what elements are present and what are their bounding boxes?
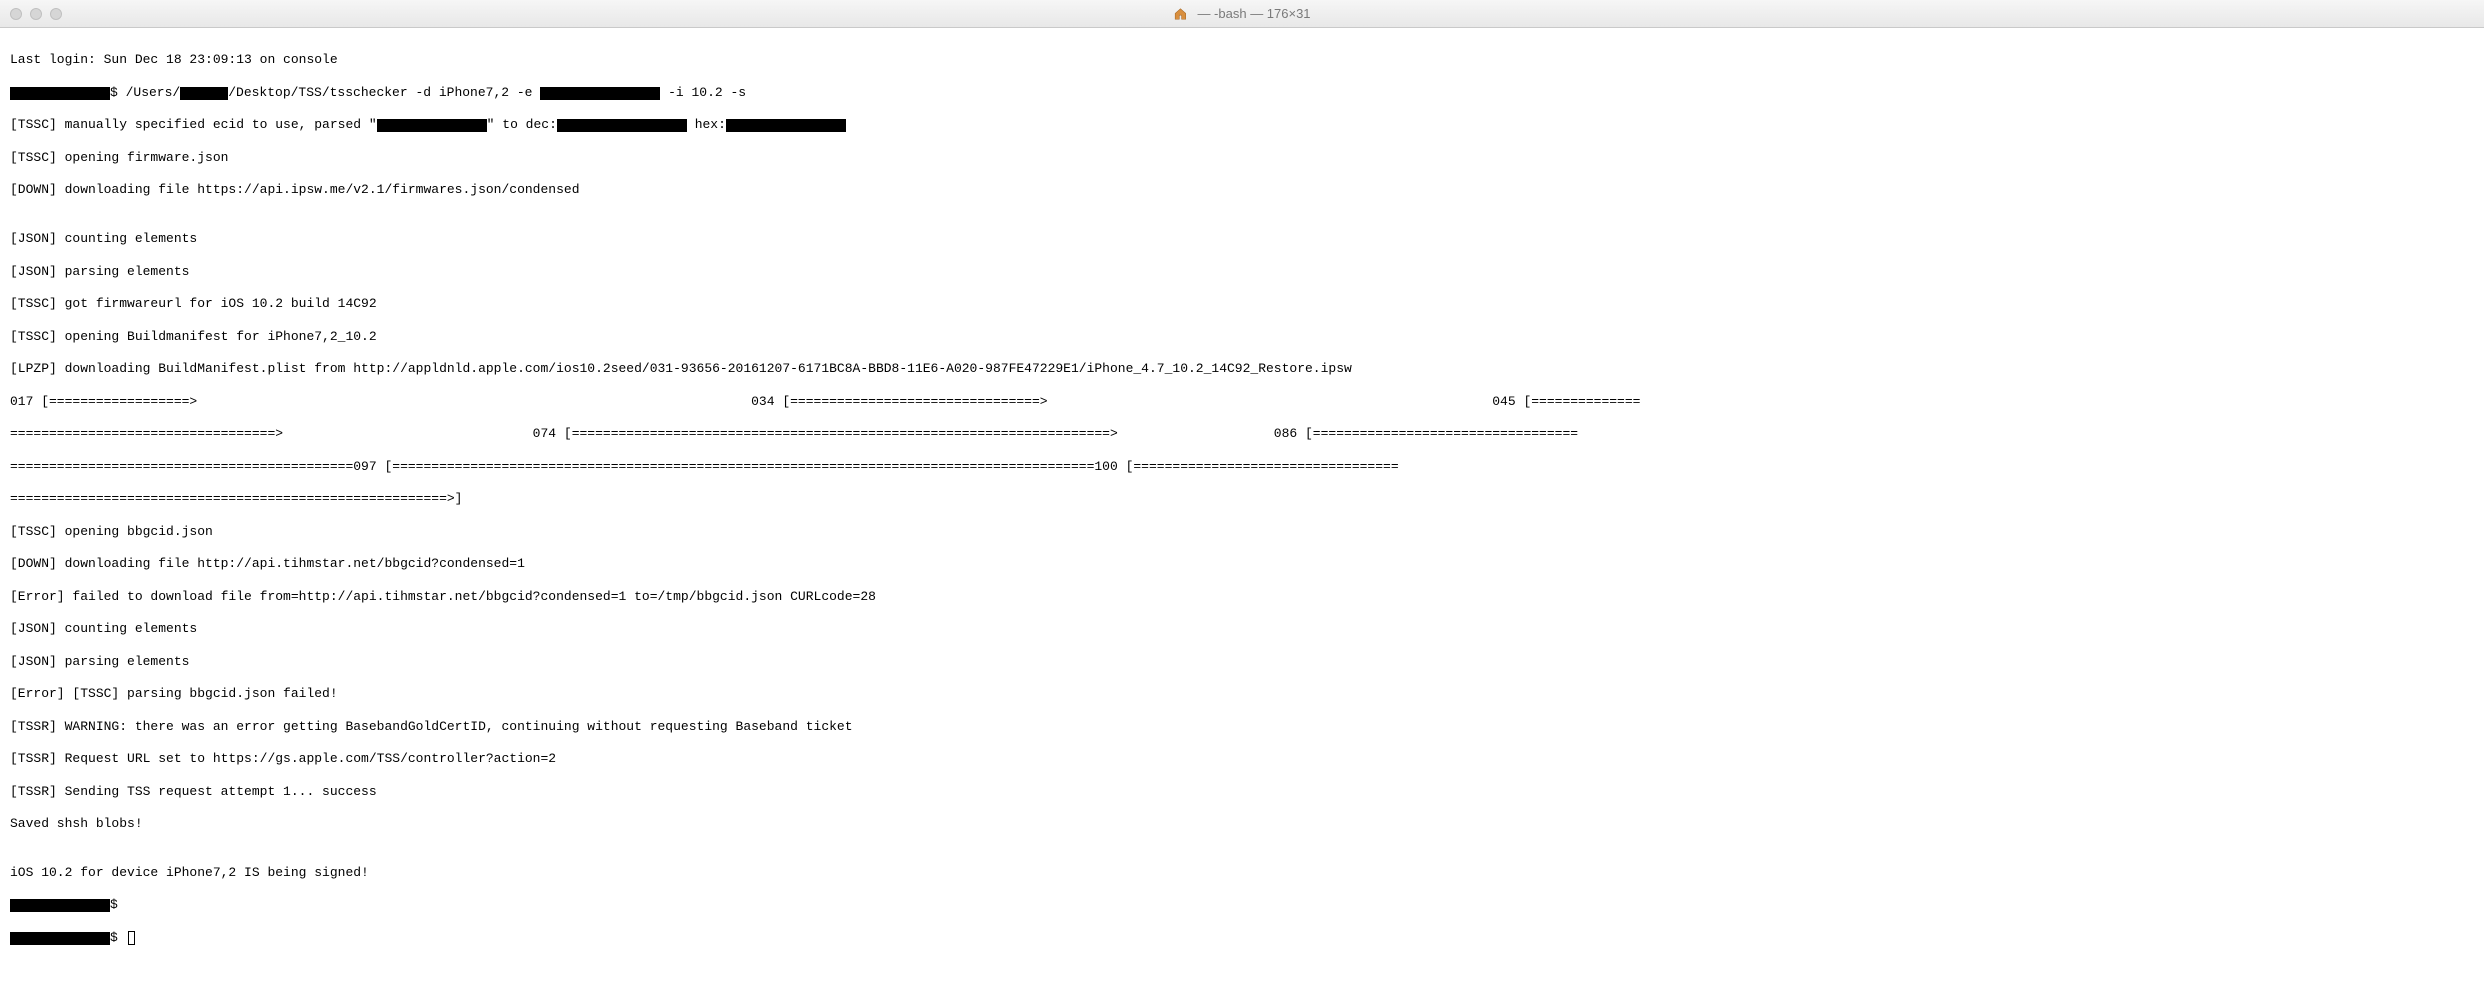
line-prog3: ========================================… <box>10 459 2474 475</box>
line-json-parse2: [JSON] parsing elements <box>10 654 2474 670</box>
line-command: $ /Users//Desktop/TSS/tsschecker -d iPho… <box>10 85 2474 101</box>
line-prog1: 017 [==================> 034 [==========… <box>10 394 2474 410</box>
redacted-parsed <box>377 119 487 132</box>
line-down-fw: [DOWN] downloading file https://api.ipsw… <box>10 182 2474 198</box>
line-prog2: ==================================> 074 … <box>10 426 2474 442</box>
redacted-user <box>180 87 228 100</box>
line-tssr-warn: [TSSR] WARNING: there was an error getti… <box>10 719 2474 735</box>
line-json-parse: [JSON] parsing elements <box>10 264 2474 280</box>
line-saved: Saved shsh blobs! <box>10 816 2474 832</box>
line-down-bb: [DOWN] downloading file http://api.tihms… <box>10 556 2474 572</box>
line-last-login: Last login: Sun Dec 18 23:09:13 on conso… <box>10 52 2474 68</box>
line-err-parse: [Error] [TSSC] parsing bbgcid.json faile… <box>10 686 2474 702</box>
window-titlebar: — -bash — 176×31 <box>0 0 2484 28</box>
terminal-output[interactable]: Last login: Sun Dec 18 23:09:13 on conso… <box>0 28 2484 982</box>
line-tssc-bm: [TSSC] opening Buildmanifest for iPhone7… <box>10 329 2474 345</box>
line-prompt2: $ <box>10 897 2474 913</box>
line-prompt3[interactable]: $ <box>10 930 2474 946</box>
redacted-hex <box>726 119 846 132</box>
line-tssc-bb: [TSSC] opening bbgcid.json <box>10 524 2474 540</box>
cursor-icon <box>128 931 135 945</box>
line-err-dl: [Error] failed to download file from=htt… <box>10 589 2474 605</box>
close-icon[interactable] <box>10 8 22 20</box>
redacted-dec <box>557 119 687 132</box>
line-tssc-url: [TSSC] got firmwareurl for iOS 10.2 buil… <box>10 296 2474 312</box>
window-title: — -bash — 176×31 <box>1173 6 1310 21</box>
line-tssc-ecid: [TSSC] manually specified ecid to use, p… <box>10 117 2474 133</box>
line-lpzp: [LPZP] downloading BuildManifest.plist f… <box>10 361 2474 377</box>
line-tssc-fw: [TSSC] opening firmware.json <box>10 150 2474 166</box>
home-icon <box>1173 7 1187 21</box>
line-tssr-send: [TSSR] Sending TSS request attempt 1... … <box>10 784 2474 800</box>
line-json-count2: [JSON] counting elements <box>10 621 2474 637</box>
redacted-ecid-arg <box>540 87 660 100</box>
zoom-icon[interactable] <box>50 8 62 20</box>
line-signed: iOS 10.2 for device iPhone7,2 IS being s… <box>10 865 2474 881</box>
traffic-lights <box>10 8 62 20</box>
line-json-count: [JSON] counting elements <box>10 231 2474 247</box>
minimize-icon[interactable] <box>30 8 42 20</box>
line-tssr-url: [TSSR] Request URL set to https://gs.app… <box>10 751 2474 767</box>
redacted-host3 <box>10 932 110 945</box>
redacted-host2 <box>10 899 110 912</box>
line-prog4: ========================================… <box>10 491 2474 507</box>
redacted-hostname <box>10 87 110 100</box>
window-title-text: — -bash — 176×31 <box>1197 6 1310 21</box>
